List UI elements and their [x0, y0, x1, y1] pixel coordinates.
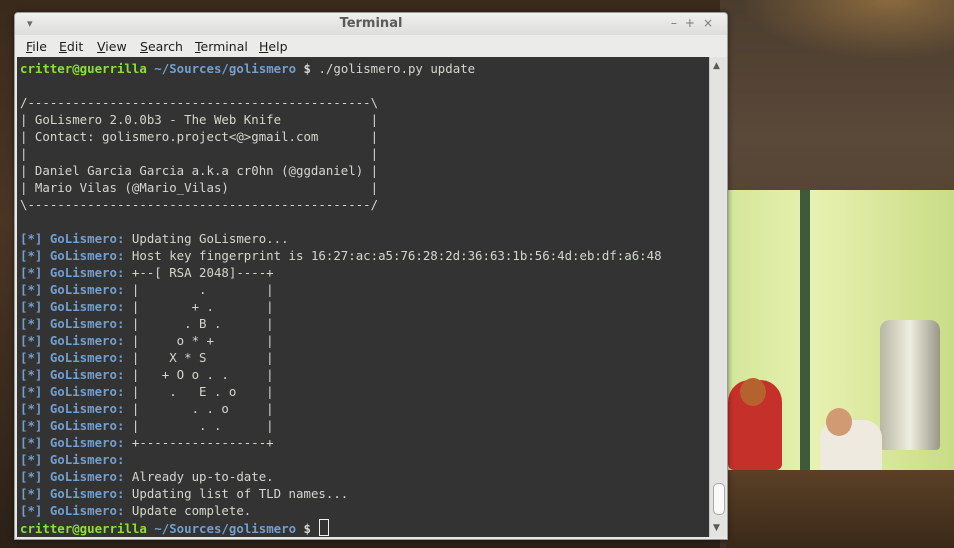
- menu-bar: File Edit View Search Terminal Help: [15, 35, 727, 57]
- log-line: [*] GoLismero: | . E . o |: [20, 383, 662, 400]
- log-tag: [*] GoLismero:: [20, 503, 125, 518]
- log-message: | + O o . . |: [131, 367, 274, 382]
- wallpaper-coffee-urn: [880, 320, 940, 450]
- prompt-symbol: $: [303, 521, 311, 536]
- wallpaper-woman-head: [740, 378, 766, 406]
- prompt-user-host: critter@guerrilla: [20, 61, 147, 76]
- log-message: +-----------------+: [131, 435, 274, 450]
- terminal-output[interactable]: critter@guerrilla ~/Sources/golismero $ …: [17, 57, 709, 537]
- log-tag: [*] GoLismero:: [20, 333, 125, 348]
- wallpaper-counter: [726, 470, 954, 548]
- scroll-down-icon[interactable]: ▼: [713, 523, 720, 533]
- log-message: | . B . |: [131, 316, 274, 331]
- maximize-icon[interactable]: +: [685, 16, 703, 30]
- log-tag: [*] GoLismero:: [20, 282, 125, 297]
- log-line: [*] GoLismero: | . |: [20, 281, 662, 298]
- log-tag: [*] GoLismero:: [20, 401, 125, 416]
- log-line: [*] GoLismero: +-----------------+: [20, 434, 662, 451]
- title-bar[interactable]: ▾ Terminal –+×: [15, 13, 727, 35]
- scroll-up-icon[interactable]: ▲: [713, 61, 720, 71]
- banner-line: | |: [20, 146, 379, 161]
- wallpaper-glow: [740, 0, 954, 60]
- log-message: +--[ RSA 2048]----+: [131, 265, 274, 280]
- wallpaper-attendant-head: [826, 408, 852, 436]
- log-tag: [*] GoLismero:: [20, 435, 125, 450]
- log-message: Update complete.: [131, 503, 252, 518]
- log-line: [*] GoLismero: | . . |: [20, 417, 662, 434]
- log-line: [*] GoLismero: | . B . |: [20, 315, 662, 332]
- log-line: [*] GoLismero: | + . |: [20, 298, 662, 315]
- terminal-text: critter@guerrilla ~/Sources/golismero $ …: [20, 60, 662, 536]
- menu-view[interactable]: View: [97, 39, 127, 54]
- log-tag: [*] GoLismero:: [20, 299, 125, 314]
- minimize-icon[interactable]: –: [671, 16, 685, 30]
- log-message: Host key fingerprint is 16:27:ac:a5:76:2…: [131, 248, 662, 263]
- terminal-cursor: [319, 519, 330, 536]
- log-line: [*] GoLismero: Updating GoLismero...: [20, 230, 662, 247]
- log-tag: [*] GoLismero:: [20, 469, 125, 484]
- menu-terminal[interactable]: Terminal: [195, 39, 248, 54]
- log-tag: [*] GoLismero:: [20, 367, 125, 382]
- log-message: Updating GoLismero...: [131, 231, 289, 246]
- log-message: | . |: [131, 282, 274, 297]
- log-message: | . . o |: [131, 401, 274, 416]
- menu-file[interactable]: File: [26, 39, 47, 54]
- wallpaper-window-frame: [800, 190, 810, 480]
- close-icon[interactable]: ×: [703, 16, 721, 30]
- banner-line: | Contact: golismero.project<@>gmail.com…: [20, 129, 379, 144]
- banner-line: | Mario Vilas (@Mario_Vilas) |: [20, 180, 379, 195]
- log-tag: [*] GoLismero:: [20, 418, 125, 433]
- log-message: | o * + |: [131, 333, 274, 348]
- log-line: [*] GoLismero: | + O o . . |: [20, 366, 662, 383]
- log-tag: [*] GoLismero:: [20, 384, 125, 399]
- log-message: | . E . o |: [131, 384, 274, 399]
- banner-line: /---------------------------------------…: [20, 95, 379, 110]
- banner-line: \---------------------------------------…: [20, 197, 379, 212]
- log-line: [*] GoLismero: Host key fingerprint is 1…: [20, 247, 662, 264]
- log-message: | . . |: [131, 418, 274, 433]
- log-message: | + . |: [131, 299, 274, 314]
- log-line: [*] GoLismero: Update complete.: [20, 502, 662, 519]
- vertical-scrollbar[interactable]: ▲ ▼: [709, 57, 726, 537]
- terminal-window: ▾ Terminal –+× File Edit View Search Ter…: [14, 12, 728, 540]
- log-tag: [*] GoLismero:: [20, 452, 125, 467]
- menu-edit[interactable]: Edit: [59, 39, 83, 54]
- log-tag: [*] GoLismero:: [20, 316, 125, 331]
- log-message: Already up-to-date.: [131, 469, 274, 484]
- menu-search[interactable]: Search: [140, 39, 183, 54]
- prompt-symbol: $: [303, 61, 311, 76]
- log-line: [*] GoLismero: | . . o |: [20, 400, 662, 417]
- prompt-user-host: critter@guerrilla: [20, 521, 147, 536]
- log-line: [*] GoLismero: +--[ RSA 2048]----+: [20, 264, 662, 281]
- log-tag: [*] GoLismero:: [20, 265, 125, 280]
- menu-help[interactable]: Help: [259, 39, 288, 54]
- log-tag: [*] GoLismero:: [20, 248, 125, 263]
- window-title: Terminal: [339, 16, 403, 31]
- banner-line: | GoLismero 2.0.0b3 - The Web Knife |: [20, 112, 379, 127]
- log-line: [*] GoLismero: | o * + |: [20, 332, 662, 349]
- log-tag: [*] GoLismero:: [20, 486, 125, 501]
- prompt-path: ~/Sources/golismero: [154, 521, 297, 536]
- window-controls: –+×: [671, 16, 721, 30]
- prompt-line: critter@guerrilla ~/Sources/golismero $: [20, 519, 662, 536]
- log-line: [*] GoLismero: Updating list of TLD name…: [20, 485, 662, 502]
- prompt-path: ~/Sources/golismero: [154, 61, 297, 76]
- scrollbar-thumb[interactable]: [713, 483, 725, 515]
- log-tag: [*] GoLismero:: [20, 231, 125, 246]
- prompt-line: critter@guerrilla ~/Sources/golismero $ …: [20, 60, 662, 77]
- log-line: [*] GoLismero: Already up-to-date.: [20, 468, 662, 485]
- log-tag: [*] GoLismero:: [20, 350, 125, 365]
- banner-line: | Daniel Garcia Garcia a.k.a cr0hn (@ggd…: [20, 163, 379, 178]
- log-line: [*] GoLismero:: [20, 451, 662, 468]
- log-line: [*] GoLismero: | X * S |: [20, 349, 662, 366]
- command-text: ./golismero.py update: [318, 61, 476, 76]
- log-message: Updating list of TLD names...: [131, 486, 349, 501]
- log-message: | X * S |: [131, 350, 274, 365]
